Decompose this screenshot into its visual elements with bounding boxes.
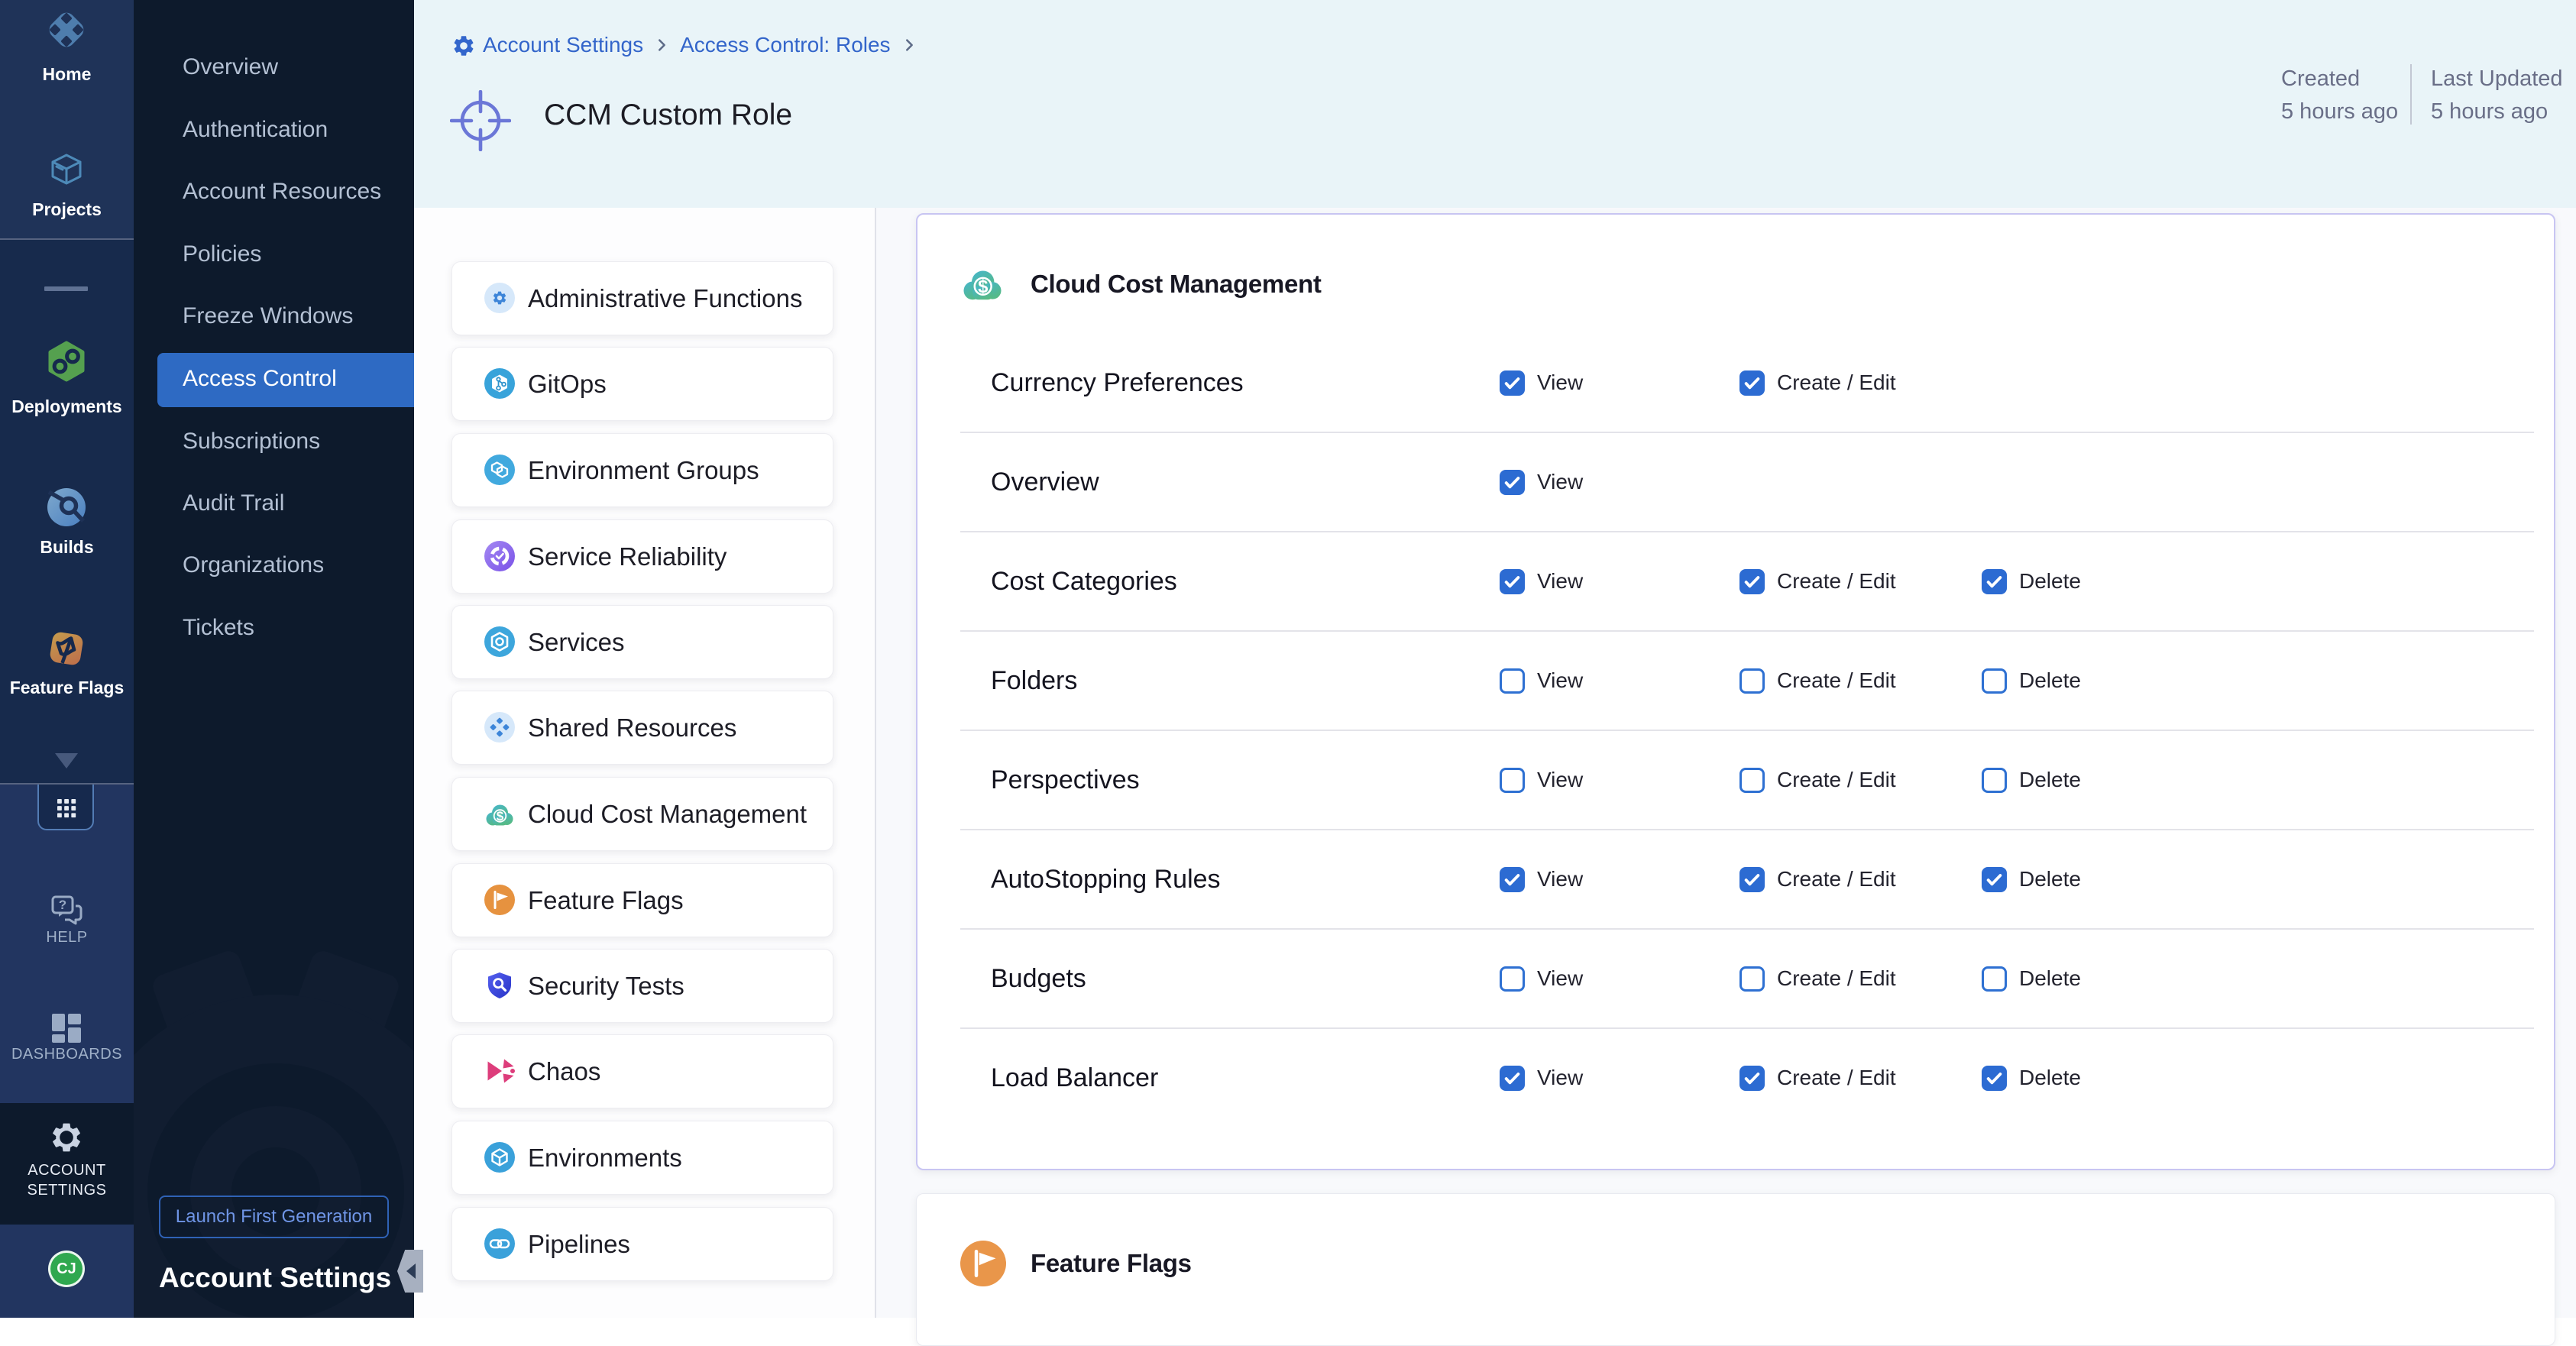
svg-text:$: $ xyxy=(978,277,988,297)
svg-text:?: ? xyxy=(59,898,66,912)
svg-text:$: $ xyxy=(497,809,504,823)
